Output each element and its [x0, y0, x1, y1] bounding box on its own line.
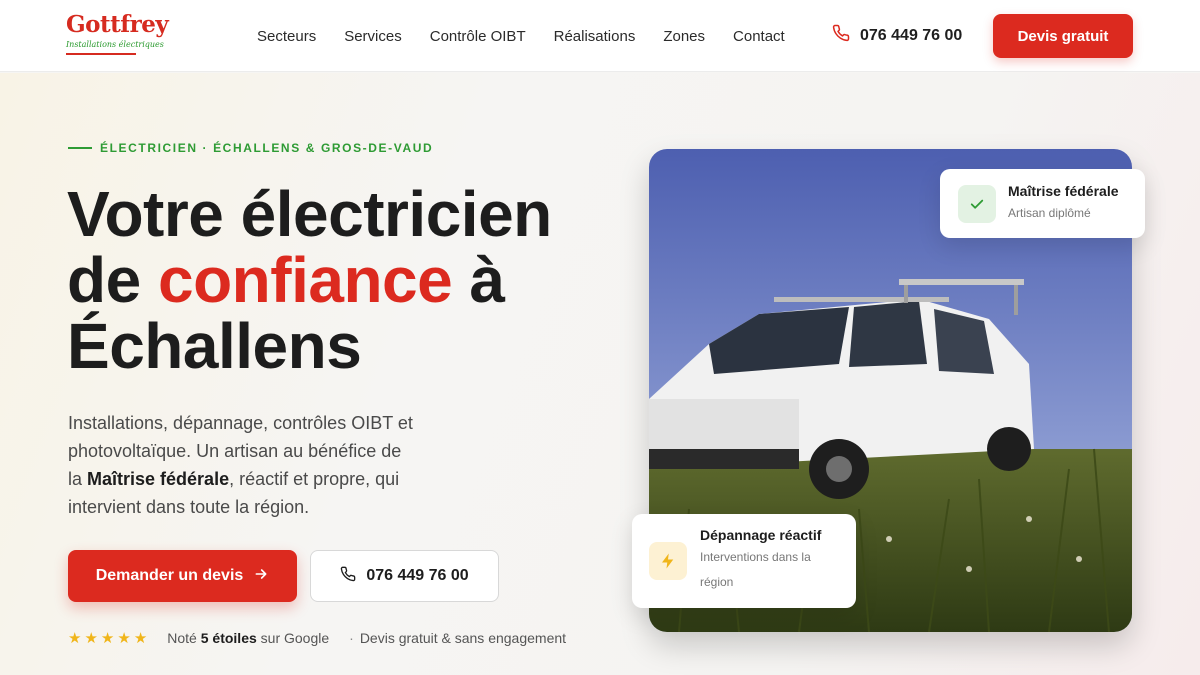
nav-link-services[interactable]: Services	[344, 28, 402, 45]
card-subtitle: Interventions dans la région	[700, 550, 811, 589]
lightning-icon	[649, 542, 687, 580]
nav-phone-link[interactable]: 076 449 76 00	[832, 24, 962, 47]
nav-phone-number: 076 449 76 00	[860, 26, 963, 44]
rating-bold: 5 étoiles	[200, 630, 257, 646]
maitrise-federale-card: Maîtrise fédérale Artisan diplômé	[940, 169, 1145, 238]
depannage-reactif-card: Dépannage réactif Interventions dans la …	[632, 514, 856, 608]
star-icon: ★	[117, 629, 131, 647]
star-icon: ★	[100, 629, 115, 647]
nav-link-contact[interactable]: Contact	[733, 28, 785, 45]
card-title: Maîtrise fédérale	[1008, 183, 1119, 199]
rating-pre: Noté	[167, 630, 197, 646]
hero-eyebrow: ÉLECTRICIEN · ÉCHALLENS & GROS-DE-VAUD	[68, 141, 433, 155]
star-icon: ★	[84, 629, 98, 647]
eyebrow-text: ÉLECTRICIEN · ÉCHALLENS & GROS-DE-VAUD	[100, 141, 434, 155]
separator-dot: ·	[349, 630, 354, 646]
logo[interactable]: Gottfrey Installations électriques	[66, 11, 169, 60]
card-subtitle: Artisan diplômé	[1008, 206, 1091, 220]
rating-row: ★ ★ ★ ★ ★ Noté 5 étoiles sur Google · De…	[68, 630, 566, 646]
nav-link-zones[interactable]: Zones	[663, 28, 705, 45]
demander-un-devis-button[interactable]: Demander un devis	[68, 550, 297, 602]
rating-post: sur Google	[260, 630, 330, 646]
nav-link-controle-oibt[interactable]: Contrôle OIBT	[430, 28, 526, 45]
title-post: à	[452, 244, 506, 316]
star-icon: ★	[133, 629, 148, 647]
phone-icon	[340, 566, 356, 587]
call-phone-label: 076 449 76 00	[366, 567, 469, 584]
top-navbar: Gottfrey Installations électriques Secte…	[0, 0, 1200, 72]
title-pre: de	[67, 244, 158, 316]
star-icon: ★	[68, 629, 82, 647]
eyebrow-line	[68, 147, 92, 149]
phone-icon	[832, 24, 850, 47]
star-rating: ★ ★ ★ ★ ★	[68, 631, 147, 646]
title-accent: confiance	[157, 244, 453, 316]
nav-links: Secteurs Services Contrôle OIBT Réalisat…	[257, 0, 813, 72]
hero-description: Installations, dépannage, contrôles OIBT…	[68, 409, 418, 521]
nav-link-secteurs[interactable]: Secteurs	[257, 28, 316, 45]
card-title: Dépannage réactif	[700, 527, 822, 543]
devis-gratuit-button[interactable]: Devis gratuit	[993, 14, 1133, 58]
hero-section: ÉLECTRICIEN · ÉCHALLENS & GROS-DE-VAUD V…	[0, 73, 1200, 675]
logo-tagline: Installations électriques	[66, 40, 164, 49]
title-line-3: Échallens	[67, 310, 362, 382]
arrow-right-icon	[253, 566, 269, 587]
demander-un-devis-label: Demander un devis	[95, 567, 244, 584]
nav-link-realisations[interactable]: Réalisations	[554, 28, 636, 45]
rating-extra: Devis gratuit & sans engagement	[359, 630, 567, 646]
logo-name: Gottfrey	[66, 11, 169, 38]
check-icon	[958, 185, 996, 223]
title-line-1: Votre électricien	[67, 178, 552, 250]
call-phone-button[interactable]: 076 449 76 00	[310, 550, 499, 602]
logo-underline	[66, 53, 136, 55]
hero-title: Votre électricien de confiance à Échalle…	[67, 181, 587, 379]
desc-bold: Maîtrise fédérale	[87, 469, 230, 489]
